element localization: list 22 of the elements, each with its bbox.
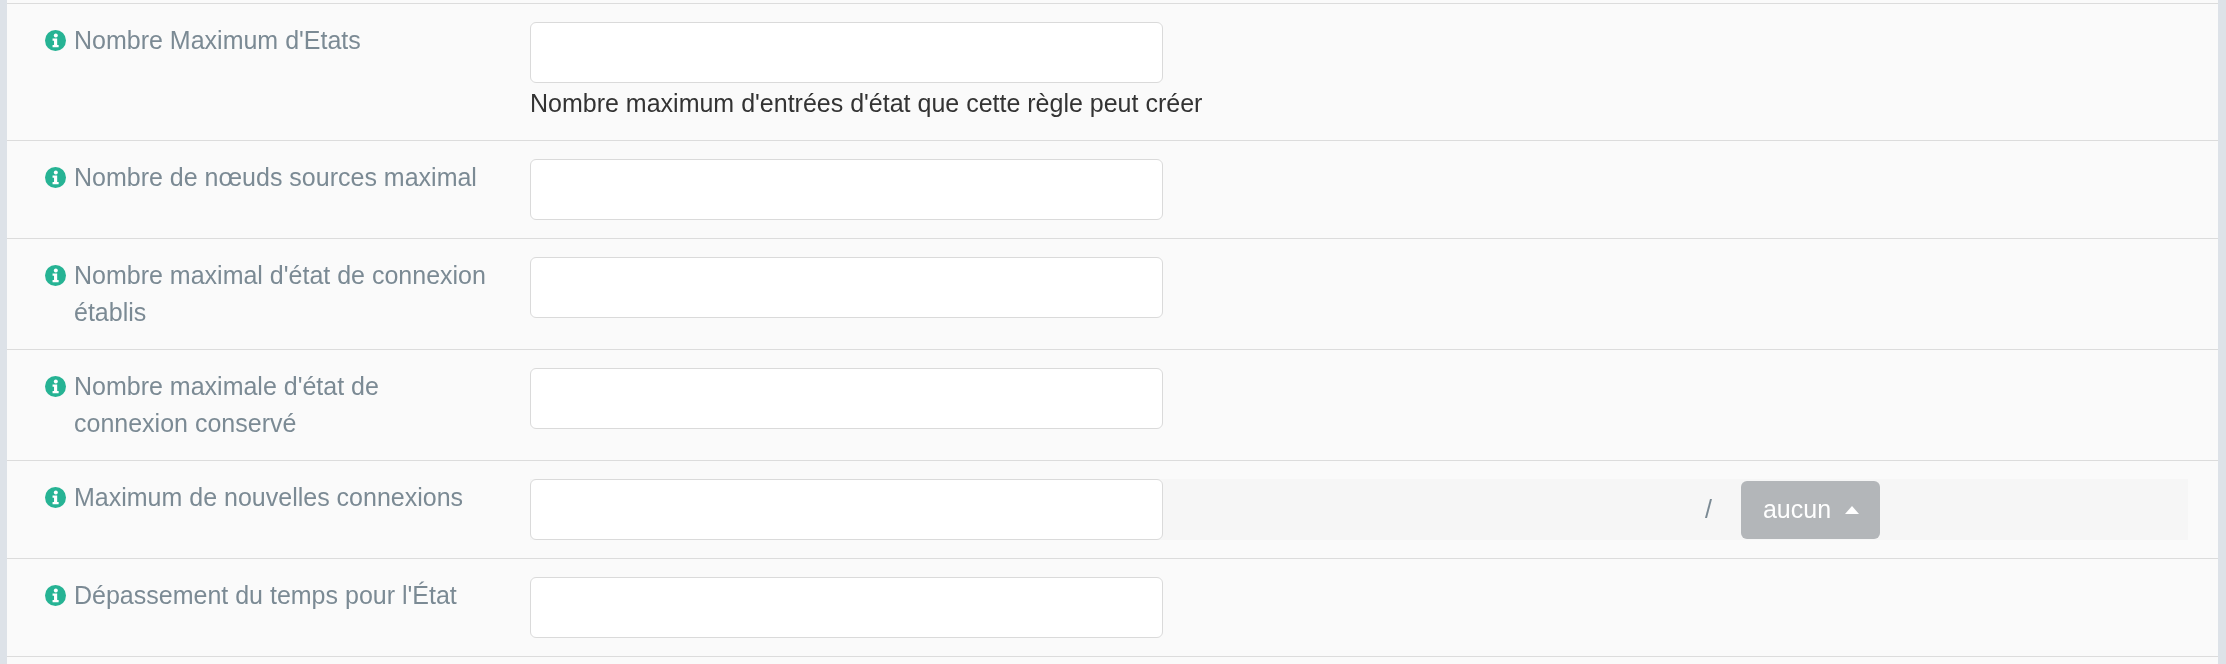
help-text: Nombre maximum d'entrées d'état que cette règle peut créer bbox=[530, 88, 1203, 119]
info-icon[interactable] bbox=[45, 30, 66, 51]
field-label: Nombre de nœuds sources maximal bbox=[74, 162, 477, 193]
info-icon[interactable] bbox=[45, 585, 66, 606]
field-label: Nombre Maximum d'Etats bbox=[74, 25, 361, 56]
text-input-field[interactable] bbox=[530, 577, 1163, 638]
text-input-field[interactable] bbox=[530, 479, 1163, 540]
separator-slash: / bbox=[1705, 494, 1712, 525]
info-icon[interactable] bbox=[45, 376, 66, 397]
info-icon[interactable] bbox=[45, 265, 66, 286]
text-input-field[interactable] bbox=[530, 22, 1163, 83]
field-label: Nombre maximal d'état de connexion établis bbox=[74, 260, 487, 328]
field-label: Nombre maximale d'état de connexion conservé bbox=[74, 371, 380, 439]
info-icon[interactable] bbox=[45, 167, 66, 188]
field-label: Maximum de nouvelles connexions bbox=[74, 482, 464, 513]
unit-dropdown-button[interactable]: aucun bbox=[1740, 480, 1881, 539]
text-input-field[interactable] bbox=[530, 257, 1163, 318]
text-input-field[interactable] bbox=[530, 159, 1163, 220]
caret-icon bbox=[1845, 505, 1860, 514]
info-icon[interactable] bbox=[45, 487, 66, 508]
field-label: Dépassement du temps pour l'État bbox=[74, 580, 457, 611]
text-input-field[interactable] bbox=[530, 368, 1163, 429]
